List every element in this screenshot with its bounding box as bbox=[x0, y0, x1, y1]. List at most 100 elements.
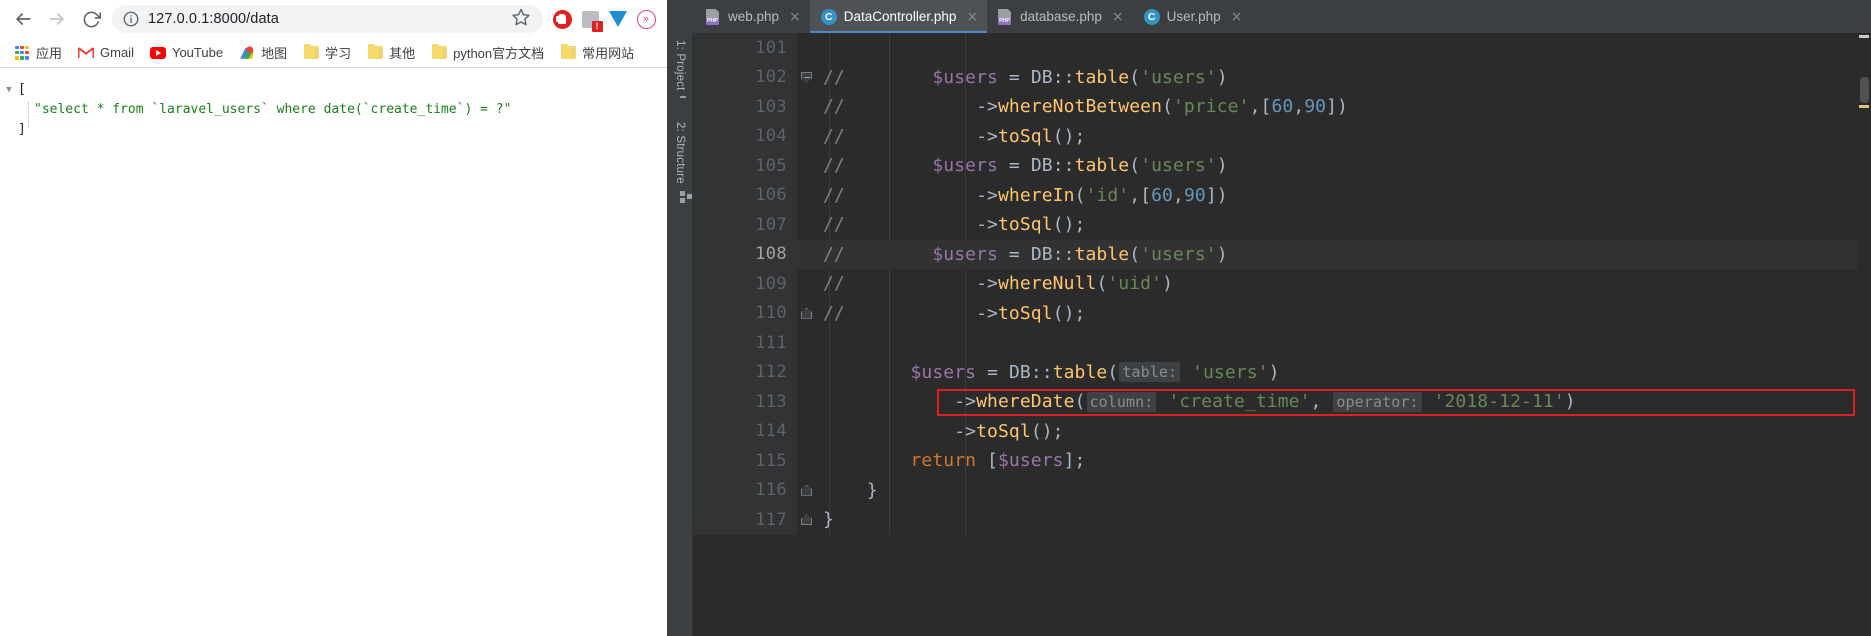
bookmark-gmail[interactable]: Gmail bbox=[70, 41, 142, 65]
code-token: 60 bbox=[1151, 184, 1173, 206]
bookmark-folder-python-docs[interactable]: python官方文档 bbox=[423, 41, 552, 65]
code-editor[interactable]: 101 102// $users = DB:: table('users') 103/… bbox=[693, 33, 1871, 636]
code-text: // $users = DB:: table('users') bbox=[797, 63, 1857, 93]
info-circle-icon[interactable] bbox=[122, 10, 140, 28]
bookmark-youtube[interactable]: YouTube bbox=[142, 41, 231, 65]
forward-button[interactable] bbox=[40, 2, 74, 36]
tab-web-php[interactable]: PHP web.php × bbox=[695, 0, 810, 33]
code-line[interactable]: 111 bbox=[693, 328, 1857, 358]
bookmark-folder-study[interactable]: 学习 bbox=[295, 41, 359, 65]
code-scroll-area[interactable]: 101 102// $users = DB:: table('users') 103/… bbox=[693, 33, 1857, 636]
star-icon[interactable] bbox=[511, 7, 535, 31]
code-line[interactable]: 114 -> toSql (); bbox=[693, 416, 1857, 447]
code-text: return [$users]; bbox=[797, 446, 1857, 476]
close-icon[interactable]: × bbox=[789, 9, 801, 25]
tab-database-php[interactable]: PHP database.php × bbox=[987, 0, 1133, 33]
code-line[interactable]: 117} bbox=[693, 505, 1857, 535]
code-token: (); bbox=[1052, 214, 1086, 236]
code-line[interactable]: 110// -> toSql (); bbox=[693, 298, 1857, 328]
reload-button[interactable] bbox=[74, 2, 108, 36]
code-token: -> bbox=[954, 391, 977, 413]
code-line[interactable]: 101 bbox=[693, 33, 1857, 63]
code-token: , bbox=[1173, 184, 1184, 206]
code-token: ( bbox=[1096, 273, 1108, 295]
line-number: 112 bbox=[693, 357, 797, 387]
bookmark-label: 学习 bbox=[325, 46, 352, 61]
bookmark-apps[interactable]: 应用 bbox=[6, 41, 70, 65]
bookmark-maps[interactable]: 地图 bbox=[231, 41, 295, 65]
blue-diamond-icon[interactable] bbox=[605, 6, 631, 32]
toolwindow-structure[interactable]: 2: Structure bbox=[667, 119, 693, 203]
close-icon[interactable]: × bbox=[966, 9, 978, 25]
close-icon[interactable]: × bbox=[1112, 9, 1124, 25]
parameter-hint: column: bbox=[1086, 391, 1157, 412]
code-line[interactable]: 103// -> whereNotBetween('price',[60, 90]) bbox=[693, 92, 1857, 122]
editor-tabbar: PHP web.php × C DataController.php × PHP… bbox=[667, 0, 1871, 33]
code-lines: 101 102// $users = DB:: table('users') 103/… bbox=[693, 33, 1857, 535]
code-token: , bbox=[1249, 96, 1261, 118]
code-token: :: bbox=[1052, 243, 1075, 265]
collapse-toggle-icon[interactable]: ▼ bbox=[0, 80, 18, 100]
code-token: ) bbox=[1162, 273, 1173, 295]
code-line[interactable]: 116 } bbox=[693, 475, 1857, 505]
adblock-icon[interactable] bbox=[549, 6, 575, 32]
line-number: 104 bbox=[693, 121, 797, 151]
scroll-marker[interactable] bbox=[1859, 35, 1869, 38]
extensions-area: » bbox=[549, 6, 661, 32]
code-line[interactable]: 108// $users = DB:: table('users') bbox=[693, 239, 1857, 269]
code-token: table bbox=[1074, 155, 1130, 177]
tab-label: User.php bbox=[1166, 9, 1221, 24]
json-indent-guide bbox=[28, 102, 29, 128]
code-text: -> toSql (); bbox=[797, 417, 1857, 447]
toolwindow-project[interactable]: 1: Project bbox=[667, 37, 693, 98]
scroll-marker[interactable] bbox=[1859, 105, 1869, 108]
document-warning-icon[interactable] bbox=[577, 6, 603, 32]
json-value-row: "select * from `laravel_users` where dat… bbox=[0, 100, 667, 120]
code-token: 'users' bbox=[1140, 155, 1217, 177]
pink-chevron-icon[interactable]: » bbox=[633, 6, 659, 32]
url-text: 127.0.0.1:8000/data bbox=[148, 11, 279, 27]
editor-scrollbar[interactable] bbox=[1857, 33, 1871, 636]
bookmark-folder-common-sites[interactable]: 常用网站 bbox=[552, 41, 642, 65]
line-number: 107 bbox=[693, 210, 797, 240]
line-number: 108 bbox=[693, 239, 797, 269]
json-close-row: ] bbox=[0, 120, 667, 140]
code-token: 'uid' bbox=[1107, 273, 1163, 295]
code-line[interactable]: 113 -> whereDate(column: 'create_time', o… bbox=[693, 387, 1857, 417]
code-text: // -> whereNull('uid') bbox=[797, 269, 1857, 299]
code-token: [ bbox=[976, 450, 998, 472]
address-bar[interactable]: 127.0.0.1:8000/data bbox=[112, 5, 543, 33]
code-line[interactable]: 109// -> whereNull('uid') bbox=[693, 269, 1857, 299]
php-file-icon: PHP bbox=[998, 8, 1013, 25]
code-token: ( bbox=[1129, 155, 1141, 177]
code-line[interactable]: 102// $users = DB:: table('users') bbox=[693, 62, 1857, 93]
code-line[interactable]: 112 $users = DB:: table(table: 'users') bbox=[693, 357, 1857, 387]
line-number: 106 bbox=[693, 180, 797, 210]
apps-grid-icon bbox=[14, 45, 30, 61]
tab-user-php[interactable]: C User.php × bbox=[1133, 0, 1252, 33]
code-token: 'id' bbox=[1085, 184, 1130, 206]
code-token: , bbox=[1129, 184, 1141, 206]
bookmark-label: Gmail bbox=[100, 45, 134, 60]
scrollbar-thumb[interactable] bbox=[1860, 77, 1869, 103]
bookmark-folder-other[interactable]: 其他 bbox=[359, 41, 423, 65]
code-text: -> whereDate(column: 'create_time', opera… bbox=[797, 387, 1857, 417]
code-line[interactable]: 105// $users = DB:: table('users') bbox=[693, 151, 1857, 181]
code-token: (); bbox=[1052, 302, 1086, 324]
json-open-bracket: [ bbox=[18, 82, 26, 97]
code-line[interactable]: 104// -> toSql (); bbox=[693, 121, 1857, 151]
close-icon[interactable]: × bbox=[1231, 9, 1243, 25]
code-line[interactable]: 106// -> whereIn('id',[60, 90]) bbox=[693, 180, 1857, 210]
code-line[interactable]: 107// -> toSql (); bbox=[693, 210, 1857, 240]
back-button[interactable] bbox=[6, 2, 40, 36]
bookmark-label: 应用 bbox=[36, 46, 63, 61]
code-line[interactable]: 115 return [$users]; bbox=[693, 446, 1857, 476]
tab-datacontroller-php[interactable]: C DataController.php × bbox=[809, 0, 988, 33]
